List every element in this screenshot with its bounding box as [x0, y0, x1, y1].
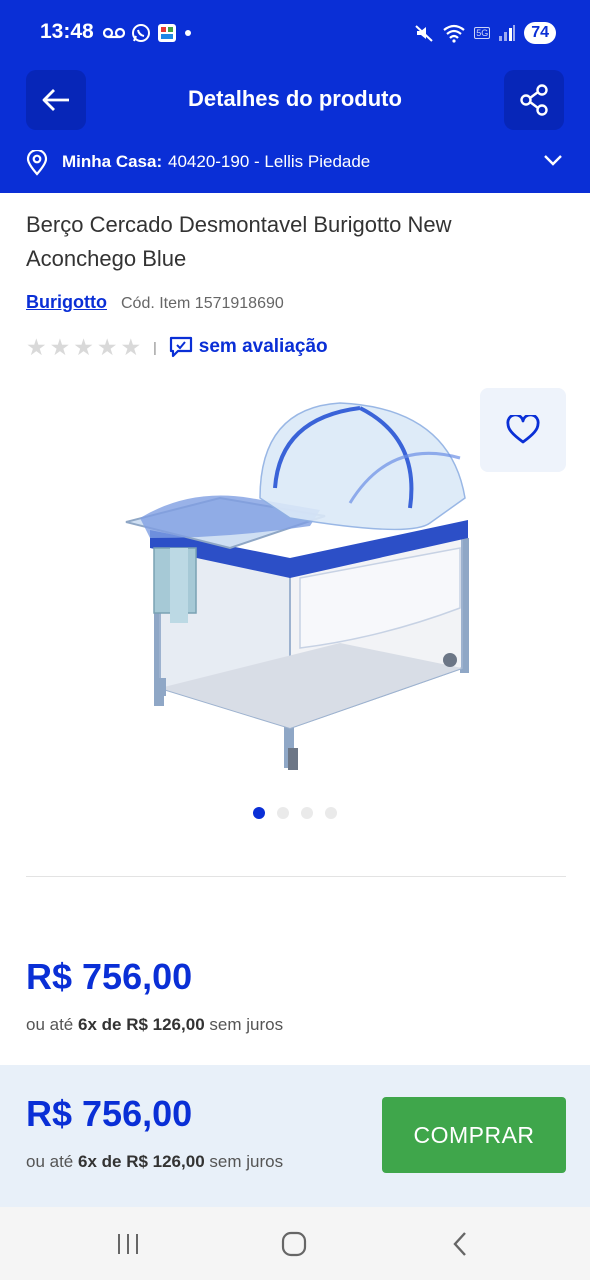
heart-icon: [506, 415, 540, 444]
star-icon: ★: [73, 334, 94, 360]
product-price: R$ 756,00: [26, 956, 193, 997]
installment-suffix: sem juros: [209, 1152, 284, 1171]
recent-apps-icon: [118, 1234, 138, 1254]
rating-stars: ★ ★ ★ ★ ★: [26, 334, 141, 360]
system-icons: 5G 74: [414, 20, 556, 46]
location-pin-icon: [26, 150, 48, 176]
system-back-button[interactable]: [440, 1229, 480, 1259]
rating-separator: |: [153, 339, 157, 355]
status-time: 13:48: [40, 20, 94, 43]
brand-link[interactable]: Burigotto: [26, 292, 107, 313]
installment-value: 6x de R$ 126,00: [78, 1152, 205, 1171]
installment-prefix: ou até: [26, 1015, 74, 1034]
share-button[interactable]: [504, 70, 564, 130]
nav-bar: Detalhes do produto: [0, 66, 590, 136]
carousel-dot[interactable]: [253, 807, 265, 819]
rating-row[interactable]: ★ ★ ★ ★ ★ | sem avaliação: [26, 334, 328, 360]
sticky-buy-bar: R$ 756,00 ou até 6x de R$ 126,00 sem jur…: [0, 1065, 590, 1207]
crib-foot: [154, 678, 166, 696]
status-bar: 13:48 5G 74: [0, 0, 590, 64]
location-selector[interactable]: Minha Casa: 40420-190 - Lellis Piedade: [0, 138, 590, 188]
page-title: Detalhes do produto: [188, 86, 402, 111]
carousel-dot[interactable]: [325, 807, 337, 819]
installment-prefix: ou até: [26, 1152, 74, 1171]
wifi-icon: [443, 24, 465, 43]
installment-suffix: sem juros: [209, 1015, 284, 1034]
notification-icons: [103, 20, 193, 46]
star-icon: ★: [96, 334, 118, 360]
mosquito-net: [259, 402, 466, 531]
product-meta: Burigotto Cód. Item 1571918690: [26, 292, 284, 313]
rating-label: sem avaliação: [198, 336, 328, 357]
installment-info: ou até 6x de R$ 126,00 sem juros: [26, 1015, 283, 1035]
image-carousel-dots: [0, 807, 590, 821]
battery-icon: 74: [524, 22, 556, 44]
dot-icon: [185, 30, 191, 36]
wishlist-button[interactable]: [480, 388, 566, 472]
recent-apps-button[interactable]: [108, 1229, 148, 1259]
share-icon: [520, 84, 548, 116]
crib-wheel: [443, 653, 457, 667]
item-code: Cód. Item 1571918690: [120, 295, 284, 312]
location-value: 40420-190 - Lellis Piedade: [168, 152, 371, 171]
review-icon: [169, 336, 193, 358]
carousel-dot[interactable]: [301, 807, 313, 819]
app-notification-icon: [158, 24, 176, 42]
home-button[interactable]: [274, 1229, 314, 1259]
signal-icon: [499, 25, 516, 41]
towel: [170, 548, 188, 623]
location-label: Minha Casa:: [62, 152, 163, 171]
mute-icon: [415, 25, 433, 42]
star-icon: ★: [49, 334, 71, 360]
installment-value: 6x de R$ 126,00: [78, 1015, 205, 1034]
chevron-down-icon: [544, 155, 562, 166]
sticky-installment-info: ou até 6x de R$ 126,00 sem juros: [26, 1152, 283, 1172]
system-nav-bar: [0, 1207, 590, 1280]
voicemail-icon: [103, 27, 125, 39]
whatsapp-icon: [132, 24, 150, 42]
home-icon: [281, 1231, 307, 1257]
sticky-price: R$ 756,00: [26, 1093, 193, 1134]
app-header: 13:48 5G 74 Detalhes do produto Minha Ca…: [0, 0, 590, 193]
carousel-dot[interactable]: [277, 807, 289, 819]
star-icon: ★: [26, 334, 47, 360]
star-icon: ★: [120, 334, 142, 360]
product-image[interactable]: [110, 398, 480, 778]
chevron-left-icon: [453, 1232, 466, 1256]
battery-level: 74: [531, 24, 549, 41]
product-title: Berço Cercado Desmontavel Burigotto New …: [26, 212, 452, 271]
divider: [26, 876, 566, 877]
buy-button[interactable]: COMPRAR: [382, 1097, 566, 1173]
crib-foot: [288, 748, 298, 770]
network-type: 5G: [474, 27, 491, 39]
